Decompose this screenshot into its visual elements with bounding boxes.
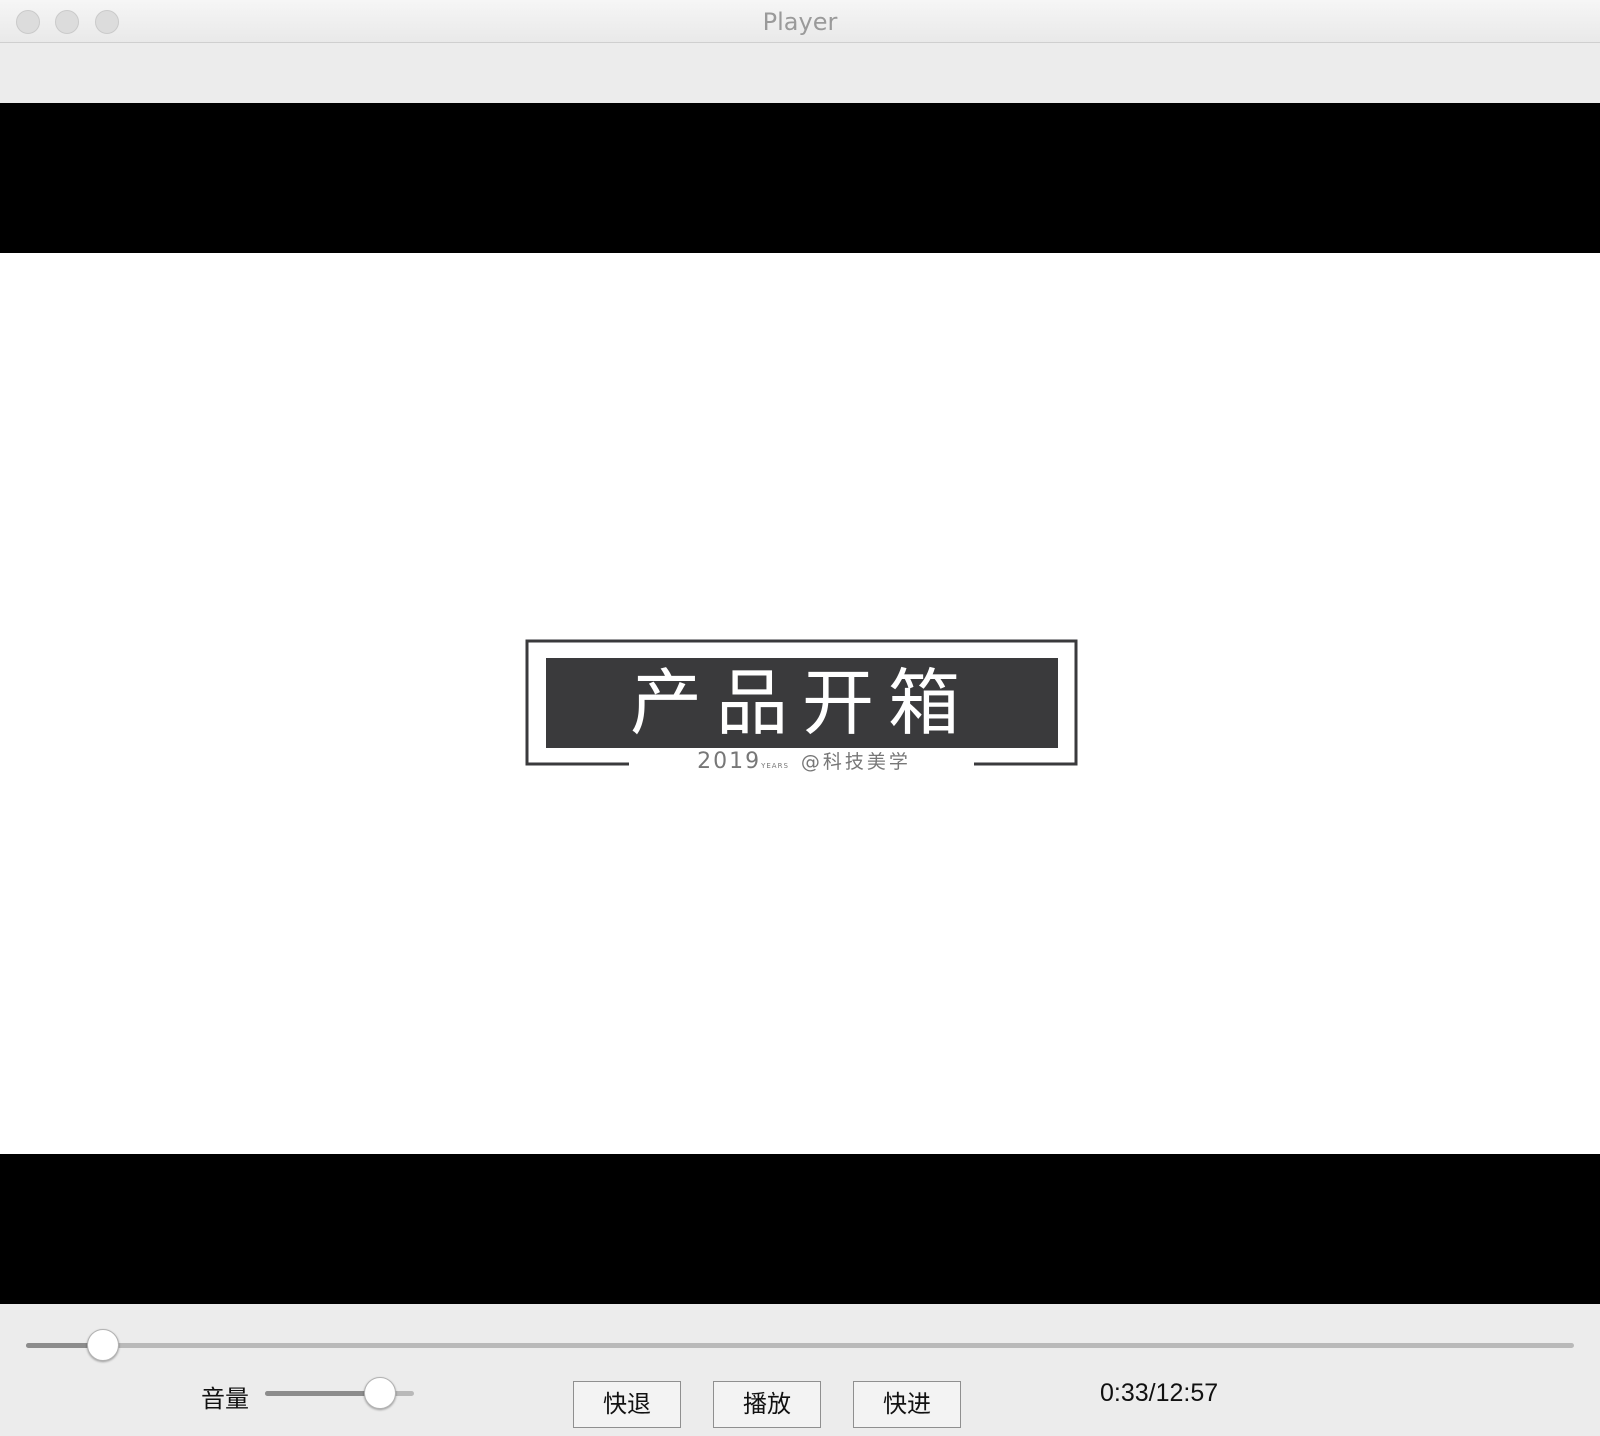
window-titlebar: Player [0, 0, 1600, 43]
letterbox-bottom [0, 1154, 1600, 1304]
logo-years-small: YEARS [761, 762, 789, 770]
window-title: Player [762, 8, 838, 36]
rewind-button[interactable]: 快退 [573, 1381, 681, 1428]
video-display[interactable]: 产品开箱 2019YEARS @科技美学 [0, 103, 1600, 1304]
toolbar-area [0, 43, 1600, 103]
letterbox-top [0, 103, 1600, 253]
volume-slider-fill [265, 1391, 380, 1396]
logo-author: @科技美学 [800, 751, 911, 773]
logo-title: 产品开箱 [629, 661, 974, 745]
seek-slider-knob[interactable] [87, 1329, 120, 1361]
fast-forward-button[interactable]: 快进 [853, 1381, 961, 1428]
play-button[interactable]: 播放 [713, 1381, 821, 1428]
logo-year: 2019 [697, 749, 762, 774]
video-frame-logo: 产品开箱 2019YEARS @科技美学 [524, 638, 1079, 774]
time-display: 0:33/12:57 [1100, 1379, 1219, 1407]
volume-slider-knob[interactable] [363, 1377, 396, 1409]
playback-controls: 音量 快退 播放 快进 0:33/12:57 [0, 1304, 1600, 1436]
seek-slider[interactable] [26, 1343, 1574, 1348]
volume-label: 音量 [201, 1385, 249, 1413]
